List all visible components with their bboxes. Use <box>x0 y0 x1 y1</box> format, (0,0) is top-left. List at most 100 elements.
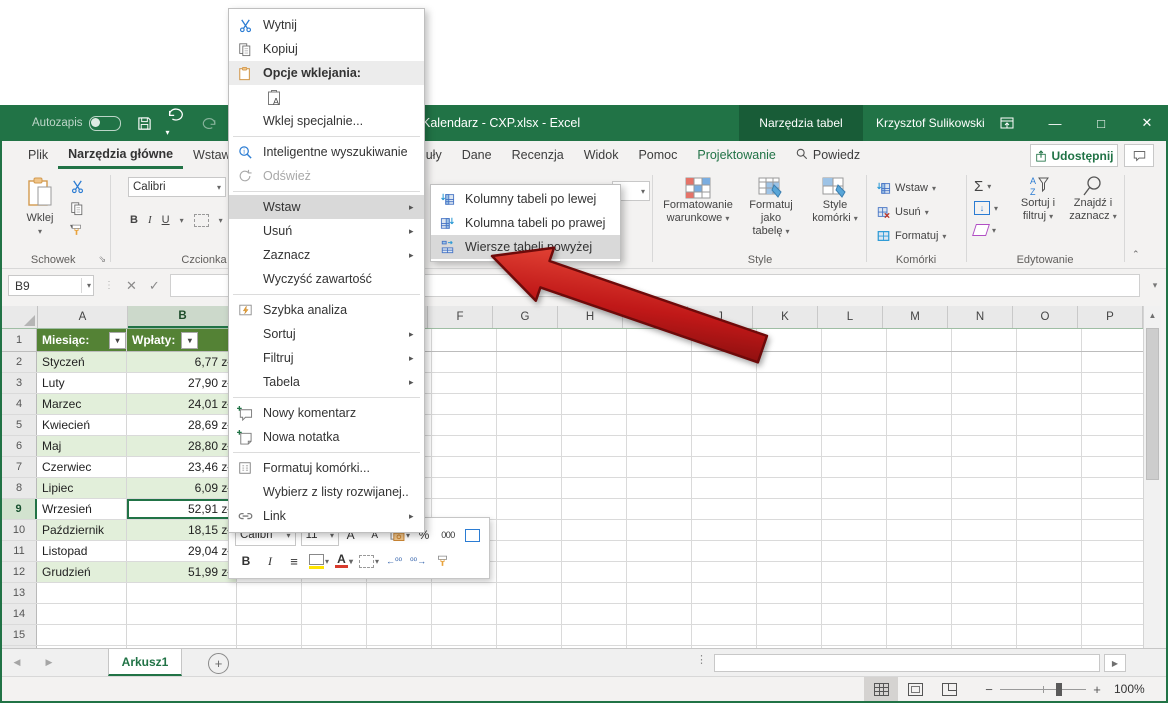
context-menu-item[interactable]: Nowy komentarz <box>229 401 424 425</box>
cell-month[interactable] <box>37 625 127 645</box>
cell-amount[interactable] <box>127 583 237 603</box>
cell-month[interactable]: Luty <box>37 373 127 393</box>
ribbon-tab[interactable]: Recenzja <box>502 141 574 169</box>
ribbon-tab[interactable]: Plik <box>18 141 58 169</box>
mini-borders-button[interactable]: ▾ <box>357 551 381 571</box>
context-menu-item[interactable]: Wstaw ▸ <box>229 195 424 219</box>
filter-button[interactable]: ▾ <box>109 332 126 349</box>
row-header[interactable]: 8 <box>2 478 37 498</box>
undo-icon[interactable]: ▾ <box>166 107 186 140</box>
row-header[interactable]: 4 <box>2 394 37 414</box>
expand-formula-bar-icon[interactable]: ▾ <box>1144 280 1166 291</box>
sheet-prev-icon[interactable]: ◀ <box>2 649 32 676</box>
format-as-table-button[interactable]: Formatuj jakotabelę ▾ <box>738 177 804 238</box>
ribbon-tab[interactable]: Widok <box>574 141 629 169</box>
ribbon-tab[interactable]: Projektowanie <box>687 141 786 169</box>
column-header[interactable]: G <box>493 306 558 328</box>
filter-button[interactable]: ▾ <box>181 332 198 349</box>
add-sheet-button[interactable]: + <box>208 653 229 674</box>
cell-month[interactable]: Styczeń <box>37 352 127 372</box>
cell-month[interactable]: Marzec <box>37 394 127 414</box>
scroll-up-icon[interactable]: ▲ <box>1144 306 1161 324</box>
column-header[interactable]: L <box>818 306 883 328</box>
vertical-scroll-thumb[interactable] <box>1146 328 1159 480</box>
context-menu-item[interactable]: A <box>229 85 424 109</box>
zoom-slider[interactable] <box>1000 689 1086 690</box>
comma-style-button[interactable]: 000 <box>437 525 459 545</box>
context-menu-item[interactable]: Filtruj ▸ <box>229 346 424 370</box>
ribbon-tab[interactable]: Pomoc <box>628 141 687 169</box>
column-header[interactable]: I <box>623 306 688 328</box>
zoom-slider-thumb[interactable] <box>1056 683 1062 696</box>
ribbon-tab[interactable]: Narzędzia główne <box>58 141 183 169</box>
paste-button[interactable]: Wklej▾ <box>18 177 62 238</box>
horizontal-scrollbar[interactable] <box>714 654 1100 672</box>
insert-cells-button[interactable]: Wstaw▾ <box>876 177 936 199</box>
cell-amount[interactable]: 29,04 zł <box>127 541 237 561</box>
row-header[interactable]: 11 <box>2 541 37 561</box>
increase-decimal-button[interactable]: ⁰⁰→ <box>407 551 429 571</box>
format-button[interactable]: Formatuj▾ <box>876 225 946 247</box>
submenu-item[interactable]: Kolumny tabeli po lewej <box>431 187 620 211</box>
cell-amount[interactable] <box>127 625 237 645</box>
cell-amount[interactable]: 6,09 zł <box>127 478 237 498</box>
submenu-item[interactable]: Wiersze tabeli powyżej <box>431 235 620 259</box>
delete-cells-button[interactable]: Usuń▾ <box>876 201 929 223</box>
cancel-icon[interactable]: ✕ <box>126 278 137 294</box>
find-select-button[interactable]: Znajdź izaznacz ▾ <box>1066 175 1120 223</box>
cell-month[interactable]: Maj <box>37 436 127 456</box>
collapse-ribbon-icon[interactable]: ⌃ <box>1132 249 1140 260</box>
decrease-decimal-button[interactable]: ←⁰⁰ <box>383 551 405 571</box>
context-menu-item[interactable]: Odśwież <box>229 164 424 188</box>
cell-amount[interactable]: 52,91 zł <box>127 499 237 519</box>
conditional-formatting-button[interactable]: Formatowaniewarunkowe ▾ <box>660 177 736 225</box>
borders-button[interactable] <box>194 214 209 227</box>
context-menu-item[interactable]: Wklej specjalnie... <box>229 109 424 133</box>
underline-button[interactable]: U <box>162 214 170 226</box>
cell-styles-button[interactable]: Stylekomórki ▾ <box>806 177 864 225</box>
cell-amount[interactable]: 6,77 zł <box>127 352 237 372</box>
zoom-in-button[interactable]: + <box>1090 682 1104 697</box>
row-header[interactable]: 15 <box>2 625 37 645</box>
normal-view-button[interactable] <box>864 677 898 701</box>
context-menu-item[interactable] <box>233 136 420 137</box>
context-menu-item[interactable]: Formatuj komórki... <box>229 456 424 480</box>
column-header[interactable]: P <box>1078 306 1143 328</box>
row-header[interactable]: 1 <box>2 329 37 351</box>
font-color-button[interactable]: A▾ <box>333 551 355 571</box>
cell-month-header[interactable]: Miesiąc: ▾ <box>37 329 127 351</box>
cell-month[interactable]: Lipiec <box>37 478 127 498</box>
column-header[interactable]: O <box>1013 306 1078 328</box>
maximize-button[interactable]: □ <box>1084 105 1118 141</box>
formula-bar-splitter[interactable]: ⋮ <box>104 280 114 291</box>
cell-amount[interactable]: 28,69 zł <box>127 415 237 435</box>
name-box-dropdown[interactable]: ▾ <box>81 278 93 293</box>
dialog-launcher-icon[interactable]: ⇘ <box>98 254 106 265</box>
ribbon-tab[interactable]: Dane <box>452 141 502 169</box>
cell-month[interactable]: Październik <box>37 520 127 540</box>
context-menu-item[interactable] <box>233 397 420 398</box>
bold-button[interactable]: B <box>130 214 138 226</box>
page-break-view-button[interactable] <box>932 677 966 701</box>
cell-amount[interactable]: 28,80 zł <box>127 436 237 456</box>
sheet-next-icon[interactable]: ▶ <box>34 649 64 676</box>
select-all-corner[interactable] <box>2 306 38 328</box>
cell-month[interactable] <box>37 583 127 603</box>
context-menu-item[interactable] <box>233 191 420 192</box>
column-header[interactable]: B <box>128 306 238 328</box>
scroll-right-icon[interactable]: ▶ <box>1104 654 1126 672</box>
row-header[interactable]: 2 <box>2 352 37 372</box>
submenu-item[interactable]: Kolumna tabeli po prawej <box>431 211 620 235</box>
user-name[interactable]: Krzysztof Sulikowski <box>876 105 985 141</box>
redo-icon[interactable] <box>200 116 218 131</box>
share-button[interactable]: Udostępnij <box>1030 144 1118 167</box>
context-menu-item[interactable]: Nowa notatka <box>229 425 424 449</box>
close-button[interactable]: ✕ <box>1130 105 1164 141</box>
underline-dropdown[interactable]: ▾ <box>180 216 184 225</box>
cell-amount[interactable] <box>127 604 237 624</box>
font-name-select[interactable]: Calibri▾ <box>128 177 226 197</box>
context-menu-item[interactable]: Wybierz z listy rozwijanej... <box>229 480 424 504</box>
cell-amount[interactable]: 24,01 zł <box>127 394 237 414</box>
ribbon-display-options-icon[interactable] <box>990 105 1024 141</box>
row-header[interactable]: 5 <box>2 415 37 435</box>
